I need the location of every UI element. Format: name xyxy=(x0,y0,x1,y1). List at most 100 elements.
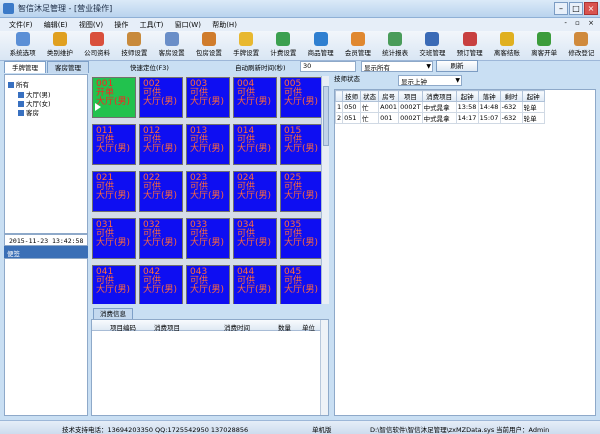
auto-refresh-input[interactable]: 30 xyxy=(300,61,356,72)
room-tile[interactable]: 012 可供 大厅(男) xyxy=(139,124,183,165)
room-hall: 大厅(男) xyxy=(143,191,178,201)
room-tile[interactable]: 041 可供 大厅(男) xyxy=(92,265,136,304)
app-icon xyxy=(3,3,14,14)
room-tile[interactable]: 033 可供 大厅(男) xyxy=(186,218,230,259)
room-tile[interactable]: 015 可供 大厅(男) xyxy=(280,124,324,165)
table-cell: 15:07 xyxy=(477,112,501,124)
toolbar-button-1[interactable]: 类别维护 xyxy=(41,31,78,61)
room-hall: 大厅(男) xyxy=(284,191,319,201)
tech-status-col[interactable]: 消费项目 xyxy=(421,90,457,102)
room-tile[interactable]: 045 可供 大厅(男) xyxy=(280,265,324,304)
maximize-button[interactable]: □ xyxy=(569,2,583,15)
toolbar-button-label: 系统选项 xyxy=(9,49,36,57)
toolbar-icon xyxy=(52,32,67,46)
tech-status-col[interactable]: 技师 xyxy=(342,90,362,102)
toolbar-button-12[interactable]: 预订管理 xyxy=(451,31,488,61)
col-time[interactable]: 消费时间 xyxy=(224,322,250,332)
tech-status-col[interactable]: 房号 xyxy=(378,90,400,102)
toolbar-button-7[interactable]: 计费设置 xyxy=(265,31,302,61)
toolbar-button-6[interactable]: 手牌设置 xyxy=(228,31,265,61)
toolbar-button-label: 公司资料 xyxy=(84,49,111,57)
col-qty[interactable]: 数量 xyxy=(278,322,291,332)
toolbar-button-14[interactable]: 离客开单 xyxy=(526,31,563,61)
room-tile[interactable]: 013 可供 大厅(男) xyxy=(186,124,230,165)
tech-status-col[interactable]: 剩时 xyxy=(499,90,523,102)
col-item-code[interactable]: 项目编码 xyxy=(110,322,136,332)
table-row[interactable]: 1 050 忙 A001 0002T 中式晁拿 13:58 14:48 -632 轮单 xyxy=(334,101,545,113)
room-tile[interactable]: 022 可供 大厅(男) xyxy=(139,171,183,212)
menu-file[interactable]: 文件(F) xyxy=(0,18,33,30)
toolbar: 系统选项 类别维护 公司资料 技师设置 客房设置 包房设置 手牌设置 计费设置 商品管理 会员管理… xyxy=(0,31,600,61)
table-cell: -632 xyxy=(499,112,523,124)
toolbar-button-2[interactable]: 公司资料 xyxy=(79,31,116,61)
room-tile[interactable]: 005 可供 大厅(男) xyxy=(280,77,324,118)
table-cell: 0002T xyxy=(398,112,423,124)
room-tile[interactable]: 014 可供 大厅(男) xyxy=(233,124,277,165)
toolbar-button-13[interactable]: 离客结账 xyxy=(488,31,525,61)
tab-consumption[interactable]: 消费信息 xyxy=(93,308,133,319)
tech-status-select[interactable]: 显示上钟 ▼ xyxy=(398,75,462,86)
room-tile[interactable]: 034 可供 大厅(男) xyxy=(233,218,277,259)
memo-area[interactable] xyxy=(4,258,88,416)
toolbar-button-5[interactable]: 包房设置 xyxy=(190,31,227,61)
toolbar-button-0[interactable]: 系统选项 xyxy=(4,31,41,61)
room-tile[interactable]: 023 可供 大厅(男) xyxy=(186,171,230,212)
toolbar-button-10[interactable]: 统计报表 xyxy=(377,31,414,61)
scrollbar-thumb[interactable] xyxy=(323,86,329,146)
room-tile[interactable]: 001 开单 大厅(男) xyxy=(92,77,136,118)
close-button[interactable]: × xyxy=(584,2,598,15)
tech-status-col[interactable]: 状态 xyxy=(360,90,380,102)
tab-hand-card[interactable]: 手牌管理 xyxy=(4,61,46,73)
col-item[interactable]: 消费项目 xyxy=(154,322,180,332)
toolbar-button-9[interactable]: 会员管理 xyxy=(339,31,376,61)
toolbar-button-4[interactable]: 客房设置 xyxy=(153,31,190,61)
room-tile[interactable]: 031 可供 大厅(男) xyxy=(92,218,136,259)
toolbar-button-15[interactable]: 修改登记 xyxy=(563,31,600,61)
table-row[interactable]: 2 051 忙 001 0002T 中式晁拿 14:17 15:07 -632 轮单 xyxy=(334,112,545,124)
tech-status-col[interactable]: 项目 xyxy=(398,90,423,102)
room-tile[interactable]: 044 可供 大厅(男) xyxy=(233,265,277,304)
menu-help[interactable]: 帮助(H) xyxy=(203,18,237,30)
tech-status-col[interactable]: 落钟 xyxy=(477,90,501,102)
room-tile[interactable]: 032 可供 大厅(男) xyxy=(139,218,183,259)
tech-status-col[interactable]: 起钟 xyxy=(455,90,479,102)
toolbar-button-11[interactable]: 交班管理 xyxy=(414,31,451,61)
tech-status-col[interactable]: 起钟 xyxy=(521,90,545,102)
row-number: 2 xyxy=(334,112,344,124)
toolbar-icon xyxy=(239,32,254,46)
menu-edit[interactable]: 编辑(E) xyxy=(35,18,68,30)
room-tile[interactable]: 042 可供 大厅(男) xyxy=(139,265,183,304)
show-filter-select[interactable]: 显示所有 ▼ xyxy=(361,61,433,72)
refresh-button[interactable]: 刷新 xyxy=(436,60,478,72)
menu-tools[interactable]: 工具(T) xyxy=(131,18,164,30)
toolbar-icon xyxy=(313,32,328,46)
room-tile[interactable]: 035 可供 大厅(男) xyxy=(280,218,324,259)
tab-room-management[interactable]: 客房管理 xyxy=(47,61,89,73)
room-tile[interactable]: 003 可供 大厅(男) xyxy=(186,77,230,118)
room-tile[interactable]: 021 可供 大厅(男) xyxy=(92,171,136,212)
menu-window[interactable]: 窗口(W) xyxy=(166,18,201,30)
consumption-scrollbar[interactable] xyxy=(320,320,328,415)
room-tile[interactable]: 025 可供 大厅(男) xyxy=(280,171,324,212)
table-cell: 051 xyxy=(342,112,362,124)
menu-operate[interactable]: 操作 xyxy=(105,18,128,30)
col-unit[interactable]: 单位 xyxy=(302,322,315,332)
menu-view[interactable]: 视图(V) xyxy=(70,18,103,30)
folder-icon xyxy=(8,82,14,88)
room-tile[interactable]: 043 可供 大厅(男) xyxy=(186,265,230,304)
room-grid-scrollbar[interactable] xyxy=(321,76,329,304)
tree-root[interactable]: 所有 xyxy=(8,79,29,89)
toolbar-button-8[interactable]: 商品管理 xyxy=(302,31,339,61)
room-hall: 大厅(男) xyxy=(237,144,272,154)
mdi-window-buttons[interactable]: - ▫ × xyxy=(564,19,597,27)
toolbar-button-3[interactable]: 技师设置 xyxy=(116,31,153,61)
room-tile[interactable]: 024 可供 大厅(男) xyxy=(233,171,277,212)
room-tile[interactable]: 004 可供 大厅(男) xyxy=(233,77,277,118)
table-cell: 轮单 xyxy=(521,112,545,124)
room-tile[interactable]: 011 可供 大厅(男) xyxy=(92,124,136,165)
tech-status-select-value: 显示上钟 xyxy=(401,78,427,86)
toolbar-icon xyxy=(350,32,365,46)
minimize-button[interactable]: – xyxy=(554,2,568,15)
tree-item-guest-room[interactable]: 客房 xyxy=(18,107,39,117)
room-tile[interactable]: 002 可供 大厅(男) xyxy=(139,77,183,118)
